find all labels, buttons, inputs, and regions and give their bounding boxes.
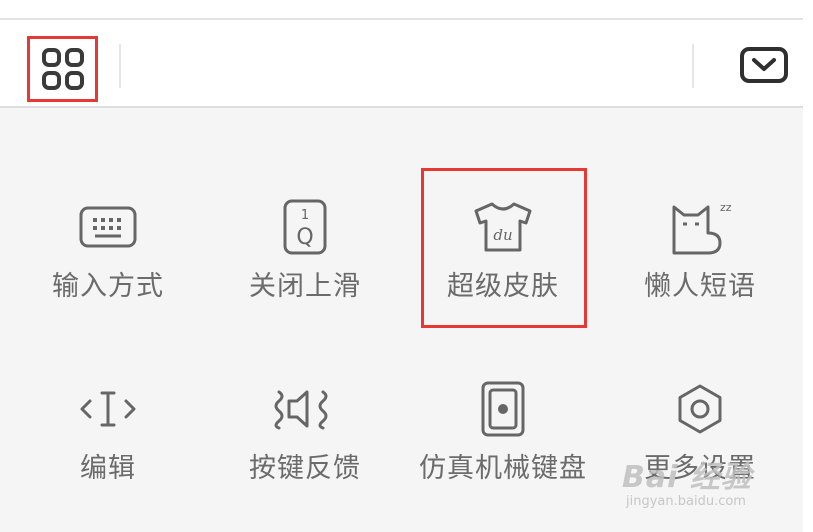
tile-label: 输入方式 [52,271,164,302]
tile-disable-swipe-up[interactable]: 1 Q 关闭上滑 [207,192,403,312]
tile-label: 按键反馈 [249,453,361,484]
toolbar [0,20,803,108]
cursor-edit-icon [80,391,136,427]
tile-label: 编辑 [80,453,136,484]
watermark-url: jingyan.baidu.com [626,494,746,509]
tile-label: 关闭上滑 [249,271,361,302]
slide-up-key-icon: 1 Q [283,199,327,255]
watermark-brand: Bai 经验 [622,460,752,495]
tile-lazy-phrases[interactable]: zz 懒人短语 [602,192,798,312]
vibrate-sound-icon [274,390,328,430]
right-margin [803,0,813,532]
watermark: Bai 经验 jingyan.baidu.com [622,452,802,524]
sleeping-cat-icon: zz [672,201,732,255]
tile-label: 懒人短语 [644,271,756,302]
gear-icon [678,384,722,434]
mechanical-keyboard-icon [481,381,525,437]
tile-edit[interactable]: 编辑 [10,374,206,494]
toolbar-separator [692,44,694,88]
tile-mechanical-keyboard[interactable]: 仿真机械键盘 [405,374,601,494]
svg-text:Q: Q [296,225,313,250]
tile-key-feedback[interactable]: 按键反馈 [207,374,403,494]
menu-button[interactable] [27,36,98,102]
collapse-keyboard-button[interactable] [739,46,789,88]
chevron-down-icon [740,47,788,83]
svg-text:zz: zz [720,201,732,214]
tile-label: 仿真机械键盘 [419,453,587,484]
tile-input-method[interactable]: 输入方式 [10,192,206,312]
grid-icon [42,48,84,90]
highlight-frame [421,168,587,328]
svg-text:1: 1 [301,208,309,223]
keyboard-icon [79,206,137,248]
toolbar-separator [119,44,121,88]
